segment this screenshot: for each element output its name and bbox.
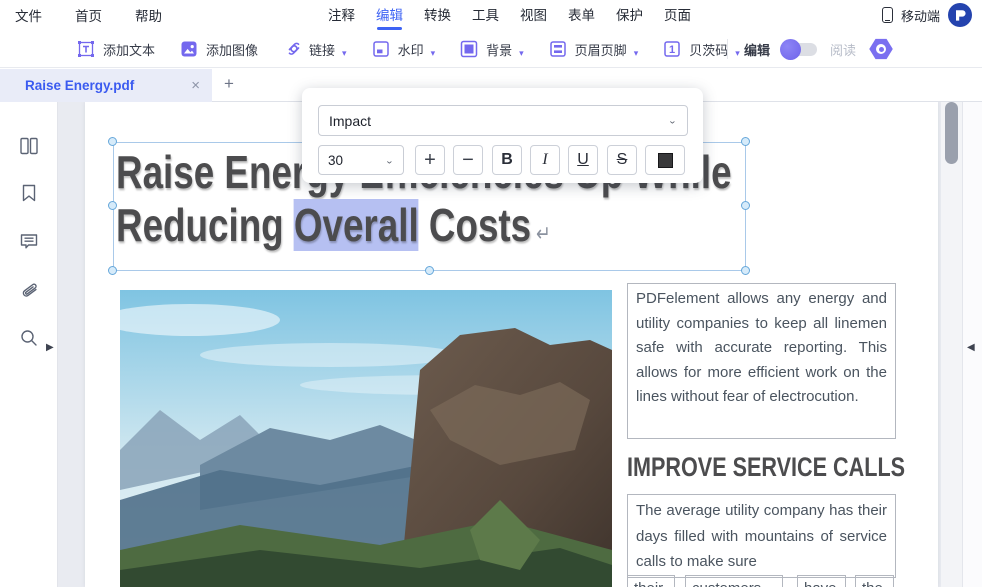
chevron-down-icon: ⌄ [668, 115, 677, 125]
add-text-label: 添加文本 [103, 40, 155, 59]
selection-handle-middle-right[interactable] [741, 201, 750, 210]
collapse-right-panel-arrow[interactable]: ◀ [967, 342, 975, 353]
background-dropdown-caret[interactable]: ▾ [519, 48, 524, 59]
chevron-down-icon: ⌄ [385, 155, 394, 165]
vertical-scrollbar[interactable] [941, 102, 962, 587]
document-tab-title: Raise Energy.pdf [25, 78, 134, 93]
paragraph1-text: PDFelement allows any energy and utility… [628, 284, 895, 413]
selection-handle-middle-left[interactable] [108, 201, 117, 210]
underline-button[interactable]: U [568, 145, 598, 175]
attachments-icon[interactable] [18, 278, 40, 300]
paragraph2-textbox[interactable]: The average utility company has their da… [627, 494, 896, 578]
link-icon [282, 39, 302, 59]
tab-form[interactable]: 表单 [568, 0, 595, 30]
font-size-value: 30 [328, 153, 343, 168]
font-properties-panel: Impact ⌄ 30 ⌄ + − B I U S [302, 88, 703, 183]
word-textbox[interactable]: customers [685, 575, 783, 587]
settings-hexagon-icon[interactable] [869, 38, 893, 60]
add-image-button[interactable]: 添加图像 [179, 39, 258, 59]
link-dropdown-caret[interactable]: ▾ [342, 48, 347, 59]
word-textbox[interactable]: the [855, 575, 894, 587]
word-textbox[interactable]: their [627, 575, 675, 587]
menubar: 文件 首页 帮助 注释 编辑 转换 工具 视图 表单 保护 页面 移动端 [0, 0, 982, 30]
word-textbox[interactable]: have [797, 575, 846, 587]
background-icon [459, 39, 479, 59]
header-footer-icon [548, 39, 568, 59]
header-footer-label: 页眉页脚 [575, 40, 627, 59]
add-image-icon [179, 39, 199, 59]
section-heading[interactable]: IMPROVE SERVICE CALLS [627, 452, 938, 483]
add-text-icon [76, 39, 96, 59]
background-label: 背景 [486, 40, 512, 59]
toolbar-divider [727, 39, 728, 59]
font-family-value: Impact [329, 113, 371, 129]
font-color-button[interactable] [645, 145, 685, 175]
toggle-knob[interactable] [780, 39, 801, 60]
scrollbar-thumb[interactable] [945, 102, 958, 164]
tab-tools[interactable]: 工具 [472, 0, 499, 30]
bookmarks-icon[interactable] [18, 182, 40, 204]
bates-dropdown-caret[interactable]: ▾ [735, 48, 740, 59]
comments-icon[interactable] [18, 230, 40, 252]
mobile-phone-icon [882, 7, 893, 23]
italic-button[interactable]: I [530, 145, 560, 175]
link-label: 链接 [309, 40, 335, 59]
selection-handle-top-left[interactable] [108, 137, 117, 146]
new-tab-icon[interactable]: + [224, 74, 234, 94]
tab-page[interactable]: 页面 [664, 0, 691, 30]
add-image-label: 添加图像 [206, 40, 258, 59]
menu-right-group: 移动端 [882, 0, 972, 30]
expand-left-panel-arrow[interactable]: ▶ [46, 342, 54, 353]
menu-file[interactable]: 文件 [15, 5, 42, 25]
tab-convert[interactable]: 转换 [424, 0, 451, 30]
close-tab-icon[interactable]: × [191, 77, 200, 94]
bates-number-button[interactable]: 1 贝茨码 ▾ [662, 39, 740, 59]
tab-edit[interactable]: 编辑 [376, 0, 403, 30]
increase-font-button[interactable]: + [415, 145, 445, 175]
bates-number-icon: 1 [662, 39, 682, 59]
mode-switch-group: 编辑 阅读 [744, 30, 893, 68]
watermark-icon [371, 39, 391, 59]
watermark-button[interactable]: 水印 ▾ [371, 39, 436, 59]
svg-text:1: 1 [669, 44, 675, 56]
menu-help[interactable]: 帮助 [135, 5, 162, 25]
watermark-label: 水印 [398, 40, 424, 59]
add-text-button[interactable]: 添加文本 [76, 39, 155, 59]
page-thumbnails-icon[interactable] [18, 135, 40, 157]
header-footer-dropdown-caret[interactable]: ▾ [634, 48, 639, 59]
selection-handle-bottom-middle[interactable] [425, 266, 434, 275]
font-family-select[interactable]: Impact ⌄ [318, 105, 688, 136]
read-mode-label: 阅读 [830, 40, 856, 59]
color-swatch [658, 153, 673, 168]
tab-view[interactable]: 视图 [520, 0, 547, 30]
mountain-photo[interactable] [120, 290, 612, 587]
tab-protect[interactable]: 保护 [616, 0, 643, 30]
tab-comment[interactable]: 注释 [328, 0, 355, 30]
link-button[interactable]: 链接 ▾ [282, 39, 347, 59]
bates-number-label: 贝茨码 [689, 40, 728, 59]
decrease-font-button[interactable]: − [453, 145, 483, 175]
paragraph2-text: The average utility company has their da… [628, 495, 895, 578]
background-button[interactable]: 背景 ▾ [459, 39, 524, 59]
bold-button[interactable]: B [492, 145, 522, 175]
toolbar-left-group: 添加文本 添加图像 链接 ▾ 水印 ▾ [76, 30, 740, 68]
edit-read-toggle[interactable] [783, 43, 817, 56]
font-size-select[interactable]: 30 ⌄ [318, 145, 404, 175]
ribbon-tabs: 注释 编辑 转换 工具 视图 表单 保护 页面 [328, 0, 691, 30]
app-logo-icon[interactable] [948, 3, 972, 27]
document-tab-active[interactable]: Raise Energy.pdf × [0, 69, 212, 102]
paragraph1-textbox[interactable]: PDFelement allows any energy and utility… [627, 283, 896, 439]
toolbar: 添加文本 添加图像 链接 ▾ 水印 ▾ [0, 30, 982, 68]
header-footer-button[interactable]: 页眉页脚 ▾ [548, 39, 639, 59]
menu-home[interactable]: 首页 [75, 5, 102, 25]
selection-handle-bottom-left[interactable] [108, 266, 117, 275]
strikethrough-button[interactable]: S [607, 145, 637, 175]
watermark-dropdown-caret[interactable]: ▾ [431, 48, 436, 59]
menu-left-group: 文件 首页 帮助 [15, 0, 162, 30]
mobile-link[interactable]: 移动端 [901, 6, 940, 25]
selection-handle-bottom-right[interactable] [741, 266, 750, 275]
selection-handle-top-right[interactable] [741, 137, 750, 146]
edit-mode-label: 编辑 [744, 40, 770, 59]
search-icon[interactable] [18, 327, 40, 349]
